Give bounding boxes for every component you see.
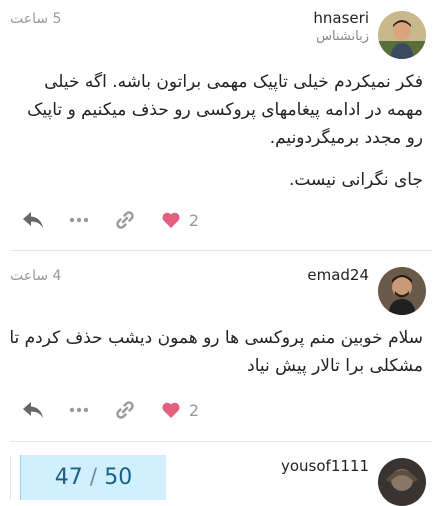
reply-button[interactable]: [20, 395, 46, 425]
like-button[interactable]: [158, 395, 184, 425]
progress-total: 50: [104, 465, 133, 490]
topic-progress[interactable]: 47 / 50: [20, 455, 166, 500]
reply-icon: [23, 402, 43, 418]
post-paragraph: سلام خوبین منم پروکسی ها رو همون دیشب حذ…: [9, 328, 423, 376]
user-title: زبانشناس: [316, 29, 369, 44]
post-time[interactable]: 5 ساعت: [10, 11, 61, 27]
more-button[interactable]: [66, 205, 92, 235]
more-button[interactable]: [66, 395, 92, 425]
post-actions: 2: [0, 395, 437, 425]
post-divider: [10, 250, 432, 251]
progress-separator: /: [89, 465, 98, 490]
username[interactable]: yousof1111: [281, 457, 369, 475]
ellipsis-icon: [69, 407, 89, 413]
heart-icon: [162, 402, 180, 418]
post-paragraph: فکر نمیکردم خیلی تاپیک مهمی براتون باشه.…: [27, 72, 423, 148]
like-count[interactable]: 2: [186, 395, 202, 425]
avatar[interactable]: [378, 11, 426, 59]
link-icon: [116, 211, 134, 229]
like-count[interactable]: 2: [186, 205, 202, 235]
avatar[interactable]: [378, 458, 426, 506]
reply-icon: [23, 212, 43, 228]
post-time[interactable]: 4 ساعت: [10, 268, 61, 284]
post-paragraph: جای نگرانی نیست.: [288, 170, 423, 190]
reply-button[interactable]: [20, 205, 46, 235]
post-divider: [10, 441, 432, 442]
link-icon: [116, 401, 134, 419]
username[interactable]: hnaseri: [313, 9, 369, 27]
post-body: سلام خوبین منم پروکسی ها رو همون دیشب حذ…: [8, 324, 423, 394]
heart-icon: [162, 212, 180, 228]
like-button[interactable]: [158, 205, 184, 235]
avatar[interactable]: [378, 267, 426, 315]
ellipsis-icon: [69, 217, 89, 223]
progress-current: 47: [54, 465, 83, 490]
share-link-button[interactable]: [112, 395, 138, 425]
post-body: فکر نمیکردم خیلی تاپیک مهمی براتون باشه.…: [8, 68, 423, 208]
share-link-button[interactable]: [112, 205, 138, 235]
progress-text: 47 / 50: [21, 465, 166, 490]
post-actions: 2: [0, 205, 437, 235]
username[interactable]: emad24: [307, 266, 369, 284]
